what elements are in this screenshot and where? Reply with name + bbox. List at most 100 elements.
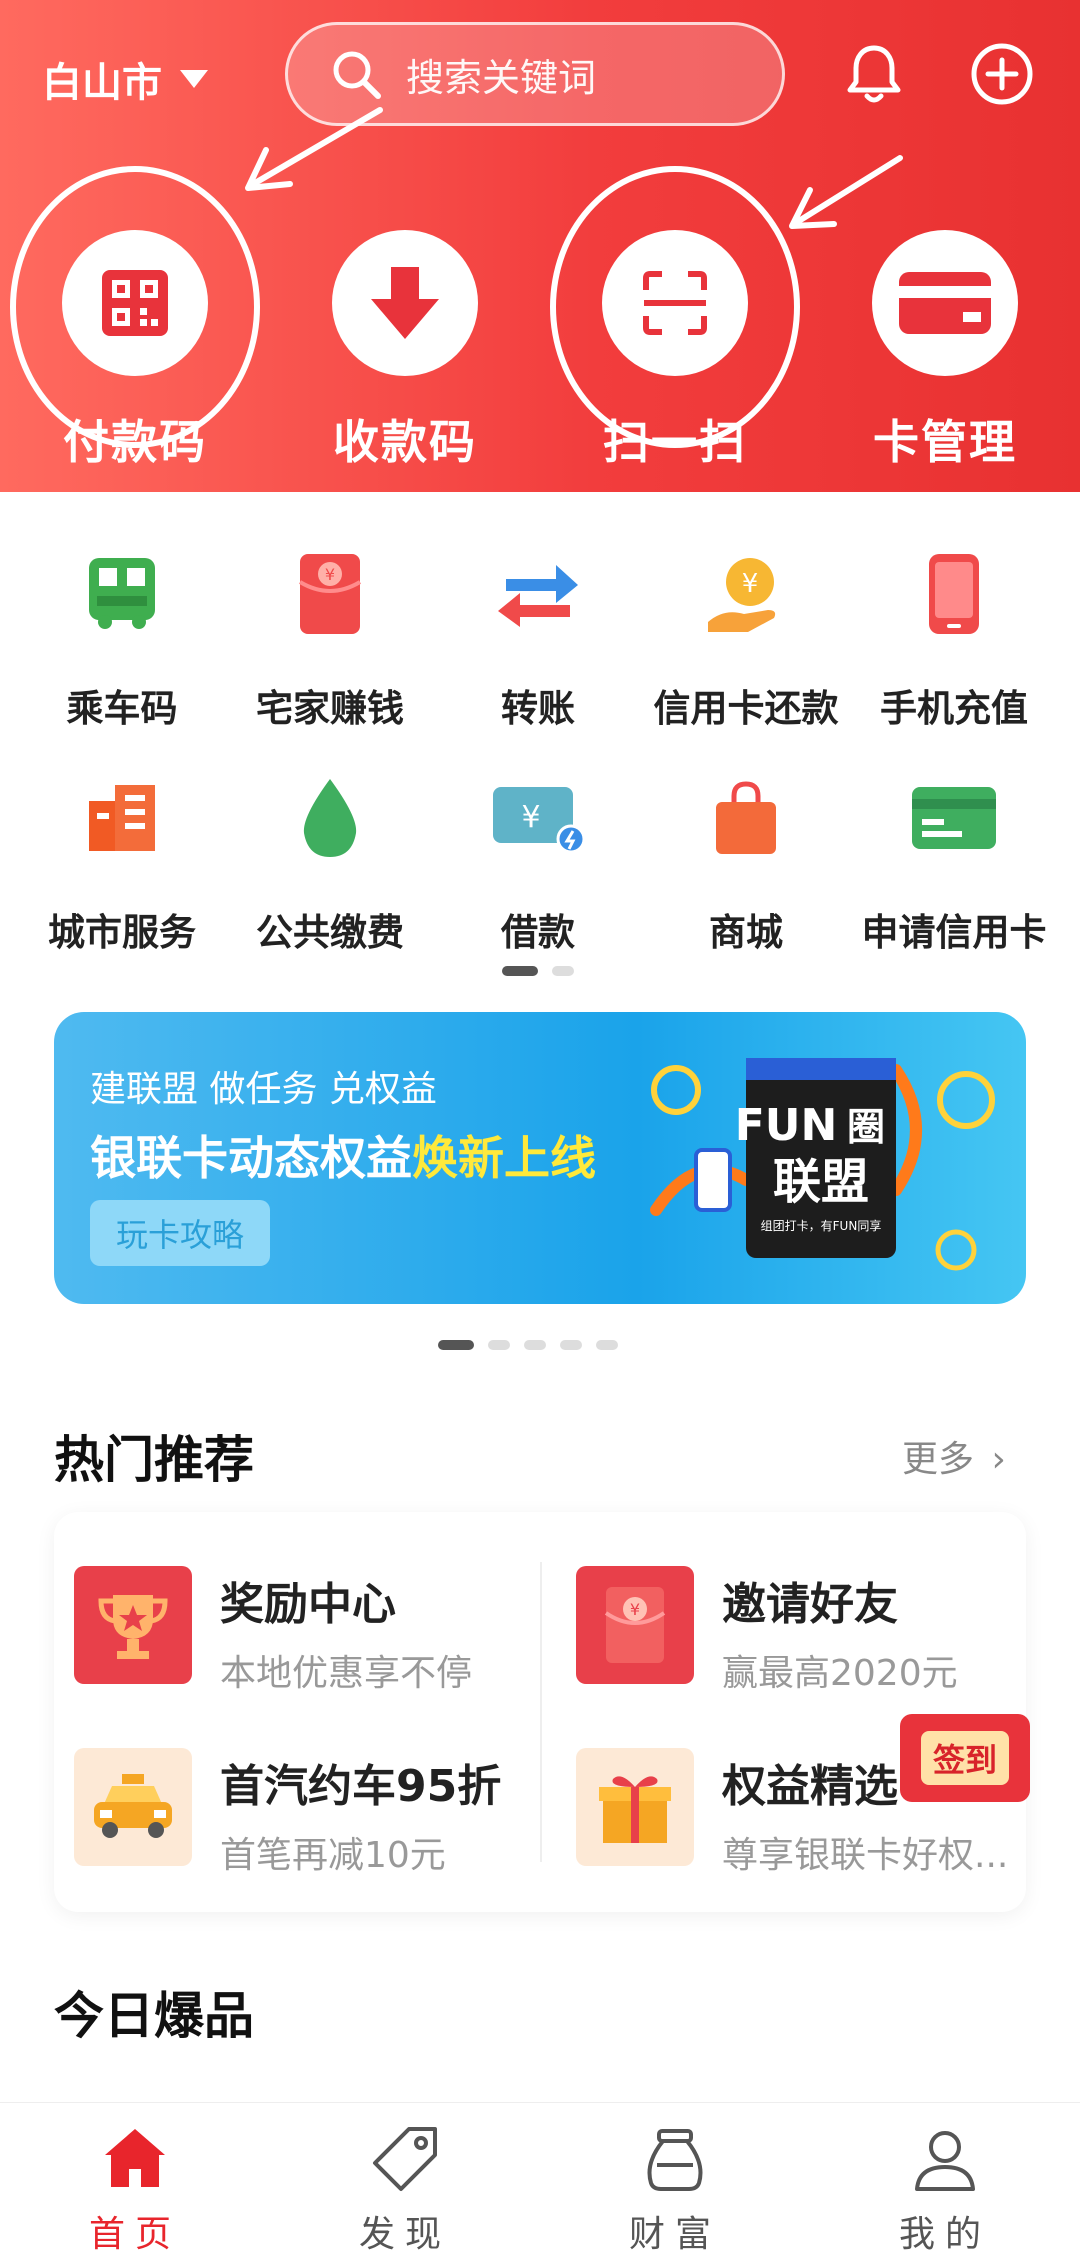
service-label: 转账 [501,687,575,730]
annotation-ring [10,166,260,448]
service-label: 申请信用卡 [861,911,1047,954]
service-bus-code[interactable]: 乘车码 [14,544,230,732]
signin-label: 签到 [920,1731,1009,1785]
transfer-icon [498,565,578,627]
banner-title-highlight: 焕新上线 [412,1131,596,1185]
annotation-ring [550,166,800,448]
service-label: 宅家赚钱 [256,687,404,730]
card-icon-wrap [872,230,1018,376]
tab-label: 我的 [898,2214,991,2255]
service-loan[interactable]: ¥ 借款 [430,768,646,956]
banner-guide-button[interactable]: 玩卡攻略 [90,1200,271,1266]
svg-text:¥: ¥ [742,569,759,599]
rec-desc: 赢最高2020元 [722,1653,958,1694]
shopping-bag-icon [716,781,776,854]
city-selector[interactable]: 白山市 [42,50,208,108]
service-phone-topup[interactable]: 手机充值 [846,544,1062,732]
search-icon [333,51,381,99]
service-utility[interactable]: 公共缴费 [222,768,438,956]
pager-dot [596,1340,618,1350]
banner-art-title-2: 圈 [847,1105,885,1149]
banner-title-prefix: 银联卡动态权益 [90,1131,412,1185]
promo-banner[interactable]: 建联盟 做任务 兑权益 银联卡动态权益焕新上线 玩卡攻略 FUN 圈 联盟 组团… [54,1012,1026,1304]
chevron-right-icon: › [991,1439,1006,1480]
service-label: 公共缴费 [256,911,404,954]
coin-hand-icon: ¥ [708,558,776,632]
pager-dot [524,1340,546,1350]
header: 白山市 搜索关键词 付款码 收款码 扫一扫 卡管理 [0,0,1080,492]
hot-more-link[interactable]: 更多 › [902,1430,1006,1482]
today-section-title: 今日爆品 [54,1987,254,2045]
red-envelope-icon: ¥ [298,554,362,634]
user-icon [915,2131,975,2191]
quick-action-card-manage[interactable]: 卡管理 [810,200,1080,469]
banner-subtitle: 建联盟 做任务 兑权益 [90,1069,437,1110]
svg-text:¥: ¥ [325,565,335,584]
home-icon [105,2129,165,2187]
city-label: 白山市 [42,60,162,106]
download-arrow-icon-wrap [332,230,478,376]
tab-discover[interactable]: 发现 [270,2123,540,2257]
annotation-arrow [789,155,903,229]
banner-art-title-3: 联盟 [773,1154,869,1210]
phone-icon [929,554,979,634]
service-home-earn[interactable]: ¥ 宅家赚钱 [222,544,438,732]
quick-action-label: 卡管理 [873,415,1017,469]
pager-dot-active [438,1340,474,1350]
chevron-down-icon [180,70,208,88]
building-icon [89,785,155,851]
service-credit-repay[interactable]: ¥ 信用卡还款 [638,544,854,732]
rec-desc: 本地优惠享不停 [220,1653,473,1694]
service-transfer[interactable]: 转账 [430,544,646,732]
search-placeholder: 搜索关键词 [406,55,597,100]
red-envelope-icon-wrap: ¥ [576,1566,694,1684]
banner-art-title-1: FUN [735,1100,838,1151]
service-pager [502,966,574,976]
service-label: 手机充值 [880,687,1028,730]
service-label: 借款 [501,911,575,954]
tag-icon [373,2127,437,2191]
rec-taxi-discount[interactable]: 首汽约车95折 首笔再减10元 [74,1748,501,1878]
trophy-icon [98,1595,168,1659]
rec-title: 首汽约车95折 [220,1761,502,1812]
rec-invite-friends[interactable]: ¥ 邀请好友 赢最高2020元 [576,1566,958,1696]
service-label: 乘车码 [66,687,178,730]
bell-icon[interactable] [838,38,910,110]
svg-text:¥: ¥ [630,1600,640,1619]
fun-alliance-illustration: FUN 圈 联盟 组团打卡，有FUN同享 [650,1058,995,1271]
pager-dot-active [502,966,538,976]
rec-desc: 首笔再减10元 [220,1835,446,1876]
banner-title: 银联卡动态权益焕新上线 [90,1122,596,1188]
tab-label: 首页 [88,2214,181,2255]
download-arrow-icon [371,267,439,339]
taxi-icon [94,1774,172,1838]
bus-icon [89,558,155,629]
rec-title: 邀请好友 [722,1579,898,1630]
service-apply-card[interactable]: 申请信用卡 [846,768,1062,956]
bottom-tab-bar: 首页 发现 财富 我的 [0,2102,1080,2261]
money-bag-icon [647,2129,703,2191]
signin-button[interactable]: 签到 [900,1714,1030,1802]
tab-mine[interactable]: 我的 [810,2123,1080,2257]
red-envelope-icon: ¥ [604,1587,666,1663]
gift-icon [599,1776,671,1843]
more-label: 更多 [902,1439,975,1480]
service-mall[interactable]: 商城 [638,768,854,956]
rec-title: 奖励中心 [220,1579,396,1630]
rec-reward-center[interactable]: 奖励中心 本地优惠享不停 [74,1566,472,1696]
card-icon [899,272,991,334]
quick-action-label: 收款码 [333,415,477,469]
service-label: 城市服务 [48,911,196,954]
quick-action-receive-code[interactable]: 收款码 [270,200,540,469]
hot-card: 奖励中心 本地优惠享不停 ¥ 邀请好友 赢最高2020元 首汽约车95折 首笔再… [54,1512,1026,1912]
service-city[interactable]: 城市服务 [14,768,230,956]
gift-icon-wrap [576,1748,694,1866]
tab-home[interactable]: 首页 [0,2123,270,2257]
pager-dot [552,966,574,976]
banner-art-caption: 组团打卡，有FUN同享 [761,1218,882,1233]
service-label: 信用卡还款 [653,687,839,730]
add-circle-icon[interactable] [966,38,1038,110]
svg-text:¥: ¥ [521,800,540,835]
tab-label: 发现 [358,2214,451,2255]
tab-wealth[interactable]: 财富 [540,2123,810,2257]
